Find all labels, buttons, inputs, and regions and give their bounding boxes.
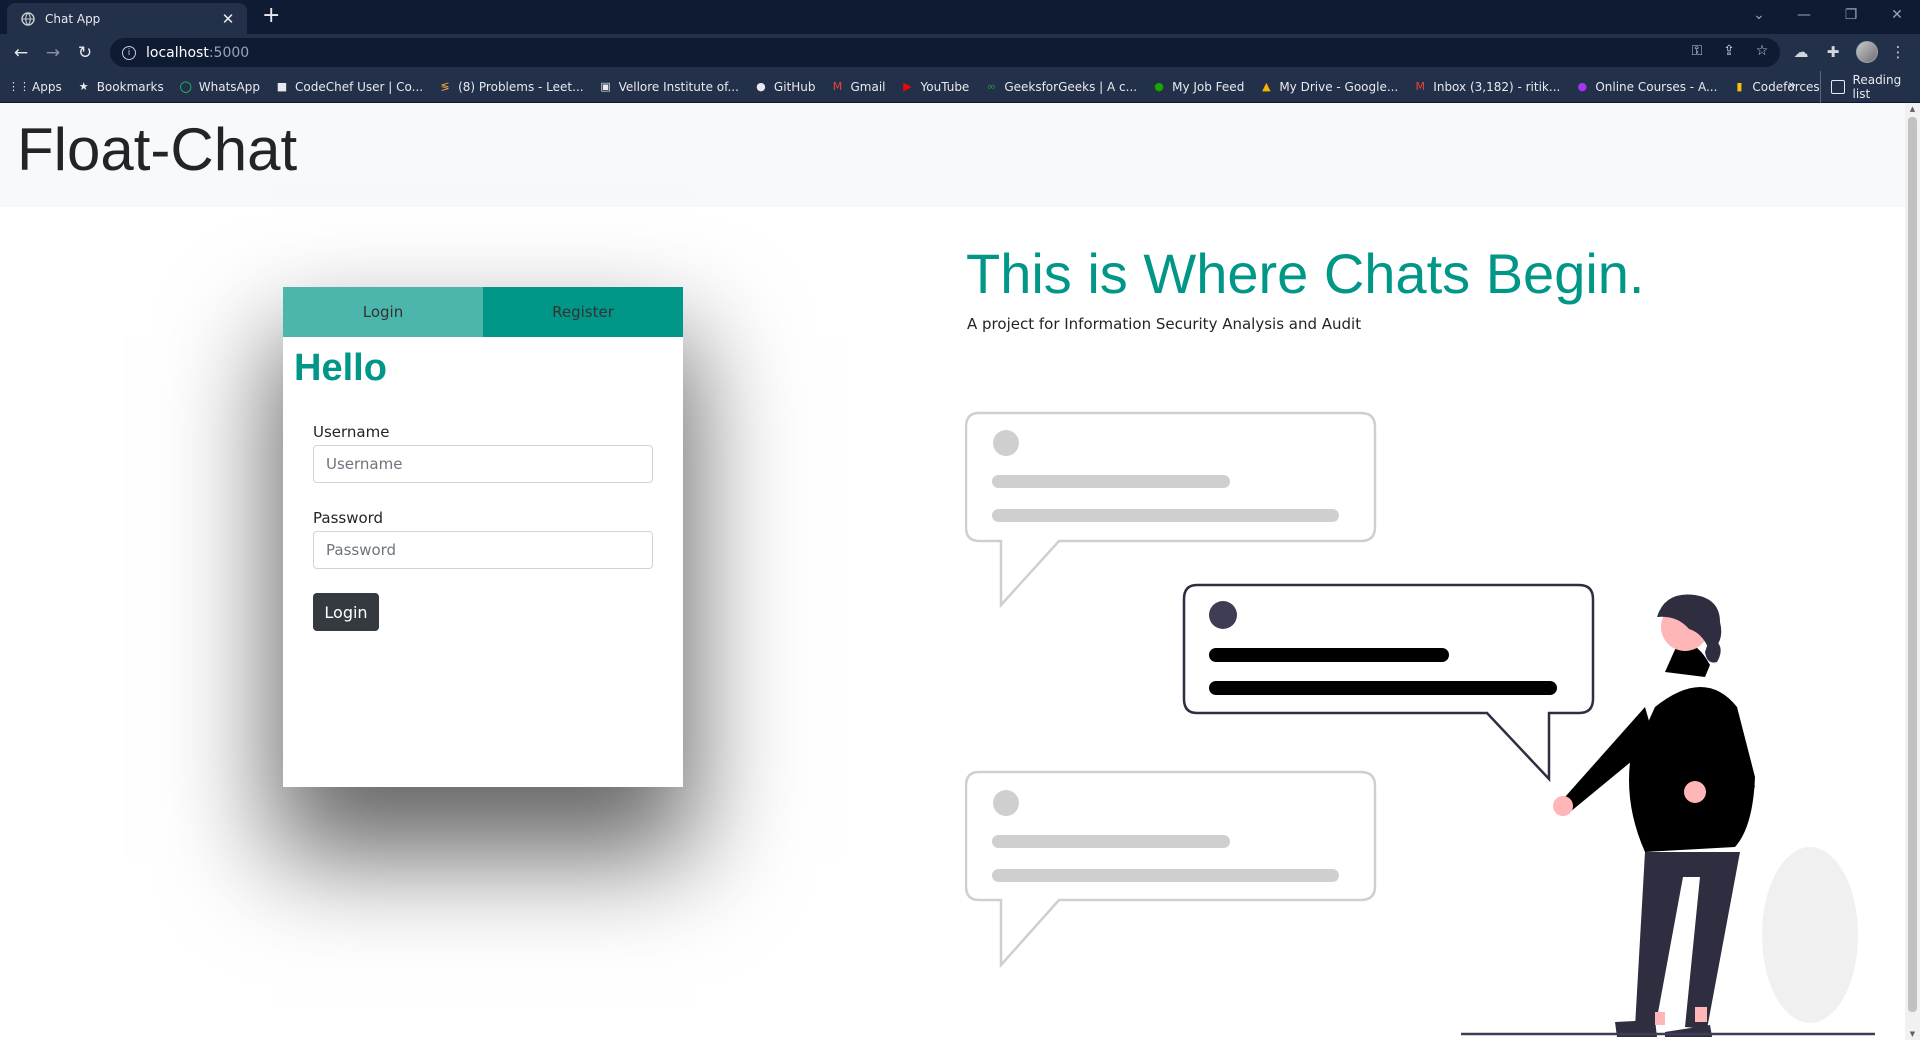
greeting-heading: Hello — [294, 347, 387, 389]
restore-icon[interactable]: ❐ — [1828, 0, 1874, 30]
close-window-icon[interactable]: ✕ — [1874, 0, 1920, 30]
tab-login[interactable]: Login — [283, 287, 483, 337]
drive-icon: ▲ — [1262, 80, 1271, 93]
bookmark-label: My Drive - Google... — [1279, 79, 1399, 94]
new-tab-plus-icon[interactable]: + — [262, 4, 280, 28]
scroll-up-arrow-icon[interactable]: ▲ — [1905, 105, 1920, 113]
extensions-puzzle-icon[interactable]: ✚ — [1823, 43, 1843, 61]
bookmark-label: My Job Feed — [1172, 79, 1245, 94]
scroll-down-arrow-icon[interactable]: ▼ — [1905, 1030, 1920, 1038]
tab-register[interactable]: Register — [483, 287, 683, 337]
reading-list-icon — [1831, 80, 1845, 94]
chat-bubble-gray-bottom — [965, 770, 1377, 969]
bookmark-item[interactable]: ▲ My Drive - Google... — [1259, 80, 1398, 94]
bookmark-label: Bookmarks — [96, 79, 164, 94]
share-icon[interactable]: ⇪ — [1719, 43, 1739, 59]
bookmark-item[interactable]: ● My Job Feed — [1152, 80, 1244, 94]
scrollbar-thumb[interactable] — [1908, 117, 1917, 1012]
back-arrow-icon[interactable]: ← — [9, 41, 33, 65]
web-page: Float-Chat Login Register Hello Username… — [0, 103, 1905, 1040]
browser-tab-strip: Chat App ✕ + ⌄ — ❐ ✕ — [0, 0, 1920, 34]
bookmark-item[interactable]: M Gmail — [831, 80, 886, 94]
bookmark-item[interactable]: ▮ Codeforces — [1732, 80, 1819, 94]
star-icon: ★ — [78, 80, 89, 93]
bookmark-label: GeeksforGeeks | A c... — [1004, 79, 1138, 94]
bookmark-item[interactable]: ∞ GeeksforGeeks | A c... — [984, 80, 1137, 94]
username-input[interactable] — [313, 445, 653, 483]
chat-illustration — [965, 411, 1875, 1037]
chat-bubble-dark-middle — [1182, 583, 1595, 783]
browser-toolbar: ← → ↻ i localhost:5000 ⚿ ⇪ ☆ ☁ ✚ ⋮ — [0, 34, 1920, 71]
bookmark-item[interactable]: ▶ YouTube — [901, 79, 970, 94]
apps-grid-icon: ⋮⋮ — [8, 80, 30, 93]
username-label: Username — [313, 423, 390, 441]
bookmark-label: YouTube — [920, 79, 970, 94]
bookmark-item[interactable]: ★ Bookmarks — [77, 80, 164, 94]
site-info-icon[interactable]: i — [122, 45, 136, 60]
youtube-icon: ▶ — [903, 80, 912, 93]
bookmark-label: Vellore Institute of... — [618, 79, 739, 94]
bookmark-item[interactable]: ⋮⋮ Apps — [8, 79, 62, 94]
key-icon[interactable]: ⚿ — [1687, 43, 1707, 59]
whatsapp-icon: ◯ — [179, 80, 192, 93]
globe-icon — [21, 11, 35, 26]
upwork-icon: ● — [1154, 80, 1164, 93]
bookmark-label: WhatsApp — [198, 79, 260, 94]
bookmarks-overflow-icon[interactable]: » — [1788, 78, 1796, 93]
courses-icon: ● — [1577, 80, 1588, 93]
bookmark-star-icon[interactable]: ☆ — [1752, 43, 1772, 59]
tab-close-icon[interactable]: ✕ — [219, 10, 237, 28]
bookmark-label: Apps — [32, 79, 62, 94]
address-host: localhost — [146, 44, 209, 61]
gmail-icon: M — [832, 80, 843, 93]
reading-list-label: Reading list — [1852, 73, 1902, 101]
github-icon: ● — [756, 80, 766, 93]
bookmark-item[interactable]: ◯ WhatsApp — [179, 80, 260, 94]
password-label: Password — [313, 509, 384, 527]
chat-bubble-gray-top — [965, 411, 1377, 609]
site-navbar: Float-Chat — [0, 103, 1905, 207]
bookmark-label: GitHub — [773, 79, 816, 94]
bookmark-label: Online Courses - A... — [1595, 79, 1718, 94]
tab-title: Chat App — [45, 11, 101, 26]
bookmark-label: (8) Problems - Leet... — [458, 79, 584, 94]
reload-icon[interactable]: ↻ — [73, 41, 97, 65]
bookmark-item[interactable]: ▣ Vellore Institute of... — [599, 80, 739, 94]
reading-list-button[interactable]: Reading list — [1820, 71, 1920, 103]
page-scrollbar[interactable]: ▲ ▼ — [1905, 103, 1920, 1040]
site-brand[interactable]: Float-Chat — [17, 115, 297, 184]
bookmarks-bar: ⋮⋮ Apps ★ Bookmarks ◯ WhatsApp ■ CodeChef User … — [0, 71, 1920, 103]
codechef-icon: ■ — [276, 80, 288, 93]
bookmark-item[interactable]: M Inbox (3,182) - ritik... — [1413, 79, 1561, 94]
forward-arrow-icon[interactable]: → — [41, 41, 65, 65]
codeforces-icon: ▮ — [1736, 80, 1743, 93]
hero-headline: This is Where Chats Begin. — [966, 242, 1645, 305]
address-port: :5000 — [208, 44, 250, 61]
cloud-extension-icon[interactable]: ☁ — [1791, 43, 1811, 61]
browser-tab-active[interactable]: Chat App ✕ — [7, 3, 247, 34]
auth-card: Login Register Hello Username Password L… — [283, 287, 683, 787]
bookmark-item[interactable]: ■ CodeChef User | Co... — [275, 80, 423, 94]
leetcode-icon: ≶ — [440, 80, 450, 93]
menu-kebab-icon[interactable]: ⋮ — [1888, 43, 1908, 61]
bookmark-item[interactable]: ● GitHub — [754, 79, 816, 94]
profile-avatar[interactable] — [1856, 41, 1878, 63]
bookmark-label: CodeChef User | Co... — [294, 79, 424, 94]
bookmark-item[interactable]: ≶ (8) Problems - Leet... — [438, 80, 583, 94]
bookmark-label: Codeforces — [1752, 79, 1820, 94]
hero-subtitle: A project for Information Security Analy… — [967, 315, 1362, 333]
minimize-icon[interactable]: — — [1781, 0, 1827, 30]
gfg-icon: ∞ — [986, 80, 996, 93]
address-bar[interactable]: i localhost:5000 — [110, 38, 1780, 67]
person-figure — [1553, 594, 1858, 1037]
bookmark-label: Inbox (3,182) - ritik... — [1433, 79, 1561, 94]
gmail-icon: M — [1415, 80, 1426, 93]
vit-icon: ▣ — [600, 80, 611, 93]
tab-search-chevron-icon[interactable]: ⌄ — [1736, 0, 1782, 30]
bookmark-item[interactable]: ● Online Courses - A... — [1575, 79, 1718, 94]
bookmark-label: Gmail — [850, 79, 886, 94]
login-submit-button[interactable]: Login — [313, 593, 379, 631]
password-input[interactable] — [313, 531, 653, 569]
